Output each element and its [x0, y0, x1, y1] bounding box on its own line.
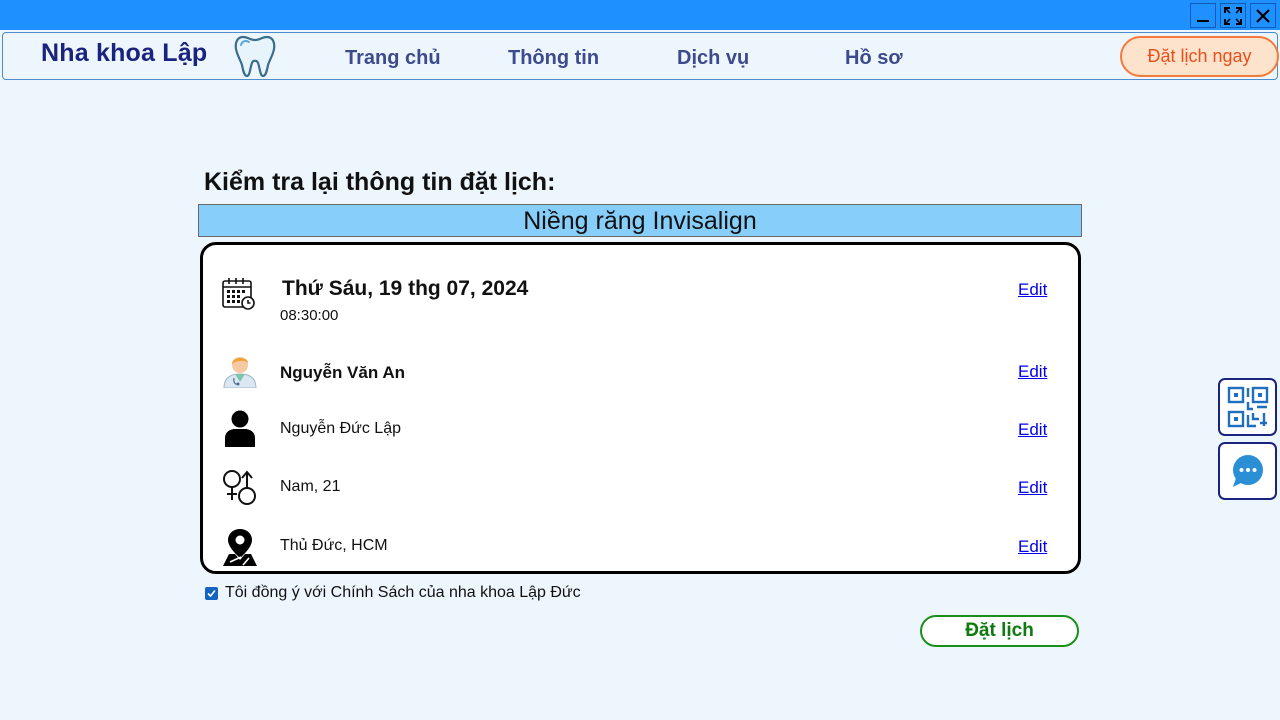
- edit-date-link[interactable]: Edit: [1018, 280, 1047, 300]
- gender-age: Nam, 21: [280, 478, 341, 495]
- fullscreen-icon: [1224, 6, 1242, 25]
- appointment-date: Thứ Sáu, 19 thg 07, 2024: [282, 277, 529, 300]
- page-title: Kiểm tra lại thông tin đặt lịch:: [204, 168, 556, 196]
- booking-summary-card: Thứ Sáu, 19 thg 07, 2024 08:30:00 Edit N…: [200, 242, 1081, 574]
- edit-gender-link[interactable]: Edit: [1018, 478, 1047, 498]
- check-icon: [207, 589, 216, 597]
- edit-location-link[interactable]: Edit: [1018, 537, 1047, 557]
- window-titlebar: [0, 0, 1280, 30]
- chat-icon: [1232, 455, 1263, 487]
- appointment-time: 08:30:00: [280, 307, 339, 324]
- agreement-checkbox[interactable]: [205, 586, 218, 600]
- maximize-button[interactable]: [1220, 3, 1246, 28]
- nav-ho-so[interactable]: Hồ sơ: [845, 47, 903, 70]
- chat-button[interactable]: [1218, 442, 1277, 500]
- close-button[interactable]: [1250, 3, 1276, 28]
- close-icon: [1256, 8, 1270, 23]
- agreement-row: Tôi đồng ý với Chính Sách của nha khoa L…: [205, 584, 581, 602]
- doctor-name: Nguyễn Văn An: [280, 363, 405, 382]
- qr-code-icon: [1227, 386, 1268, 428]
- tooth-icon: [234, 35, 276, 78]
- book-now-button[interactable]: Đặt lịch ngay: [1120, 36, 1279, 77]
- nav-dich-vu[interactable]: Dịch vụ: [677, 47, 749, 70]
- nav-thong-tin[interactable]: Thông tin: [508, 47, 599, 70]
- gender-icon: [223, 470, 256, 505]
- nav-trang-chu[interactable]: Trang chủ: [345, 47, 441, 70]
- submit-booking-button[interactable]: Đặt lịch: [920, 615, 1079, 647]
- minimize-button[interactable]: [1190, 3, 1216, 28]
- header-navbar: Nha khoa Lập Trang chủ Thông tin Dịch vụ…: [2, 32, 1279, 80]
- agreement-label: Tôi đồng ý với Chính Sách của nha khoa L…: [225, 584, 581, 601]
- map-pin-icon: [223, 529, 257, 566]
- qr-code-button[interactable]: [1218, 378, 1277, 436]
- brand-name[interactable]: Nha khoa Lập: [41, 39, 207, 68]
- user-icon: [225, 410, 255, 447]
- calendar-icon: [222, 278, 255, 310]
- minimize-icon: [1197, 19, 1209, 22]
- service-name: Niềng răng Invisalign: [198, 204, 1082, 237]
- patient-name: Nguyễn Đức Lập: [280, 420, 401, 437]
- edit-doctor-link[interactable]: Edit: [1018, 362, 1047, 382]
- edit-patient-link[interactable]: Edit: [1018, 420, 1047, 440]
- location: Thủ Đức, HCM: [280, 537, 388, 554]
- doctor-icon: [223, 357, 257, 388]
